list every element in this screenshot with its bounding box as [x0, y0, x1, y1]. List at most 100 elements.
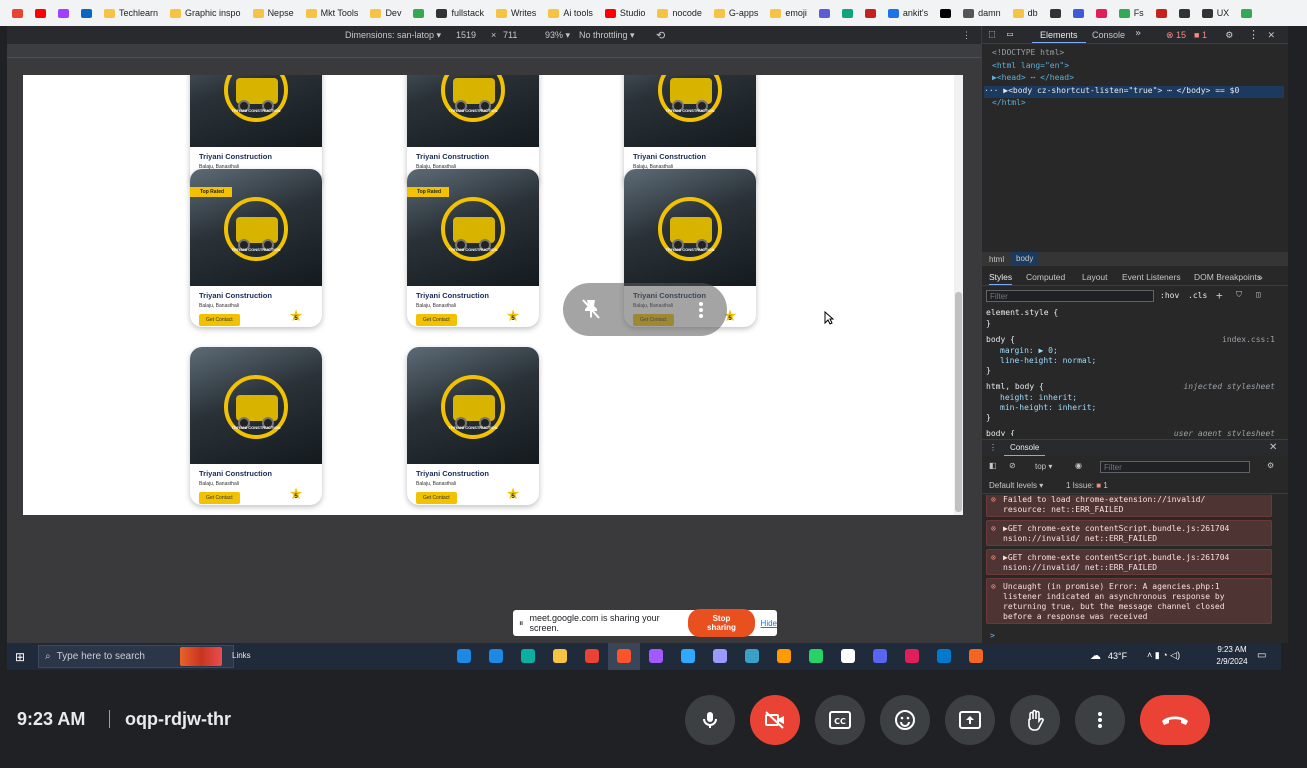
get-contact-button[interactable]: Get Contact [416, 492, 457, 504]
taskbar-app[interactable] [768, 643, 800, 670]
bookmark-16[interactable]: emoji [770, 8, 807, 18]
devtools-menu-icon[interactable]: ⋮ [1248, 28, 1259, 41]
bookmark-12[interactable]: Ai tools [548, 8, 593, 18]
more-vert-icon[interactable] [691, 300, 711, 320]
bookmark-25[interactable] [1072, 8, 1084, 18]
more-tabs-button[interactable]: » [1135, 28, 1141, 39]
weather-temp[interactable]: 43°F [1108, 651, 1127, 661]
bookmark-2[interactable] [58, 8, 69, 18]
bookmark-19[interactable] [864, 8, 876, 18]
unpin-icon[interactable] [579, 297, 603, 321]
taskbar-app[interactable] [736, 643, 768, 670]
bookmark-7[interactable]: Mkt Tools [305, 8, 358, 18]
leave-call-button[interactable] [1140, 695, 1210, 745]
console-error-message[interactable]: ⊗ Failed to load chrome-extension://inval… [986, 495, 1272, 517]
context-select[interactable]: top ▾ [1035, 462, 1052, 471]
taskbar-app[interactable] [960, 643, 992, 670]
styles-tab-2[interactable]: Layout [1082, 272, 1108, 282]
console-filter-input[interactable] [1100, 461, 1250, 473]
bookmark-9[interactable] [413, 8, 425, 18]
taskbar-date[interactable]: 2/9/2024 [1212, 657, 1252, 666]
bookmark-26[interactable] [1095, 8, 1107, 18]
rule-source-link[interactable]: injected stylesheet [1183, 382, 1275, 391]
tab-console[interactable]: Console [1092, 30, 1125, 40]
weather-icon[interactable]: ☁ [1090, 649, 1101, 662]
paint-icon[interactable]: ⛉ [1236, 290, 1242, 300]
close-drawer-icon[interactable]: ✕ [1269, 442, 1277, 453]
eye-icon[interactable]: ◉ [1075, 461, 1082, 470]
styles-tab-1[interactable]: Computed [1026, 272, 1065, 282]
taskbar-app[interactable] [512, 643, 544, 670]
console-sidebar-icon[interactable]: ◧ [989, 461, 997, 470]
get-contact-button[interactable]: Get Contact [199, 314, 240, 326]
bookmark-11[interactable]: Writes [495, 8, 536, 18]
bookmark-30[interactable]: UX [1201, 8, 1229, 18]
bookmark-1[interactable] [35, 8, 46, 18]
bookmark-31[interactable] [1241, 8, 1253, 18]
bookmark-22[interactable]: damn [963, 8, 1001, 18]
rotate-icon[interactable]: ⟲ [656, 29, 665, 42]
scrollbar-thumb[interactable] [955, 292, 962, 512]
bookmark-27[interactable]: Fs [1118, 8, 1144, 18]
dom-node[interactable]: ▶<head> ⋯ </head> [992, 73, 1289, 85]
breadcrumb-body[interactable]: body [1012, 252, 1038, 265]
tray-icons[interactable]: ˄ ▮ ◔ ◁) [1147, 650, 1180, 661]
console-settings-icon[interactable]: ⚙ [1267, 461, 1274, 470]
links-toolbar[interactable]: Links [232, 651, 251, 660]
inspect-icon[interactable]: ⬚ [989, 29, 995, 40]
bookmark-18[interactable] [841, 8, 853, 18]
bookmark-3[interactable] [81, 8, 92, 18]
listing-card[interactable]: TRIYANI CONSTRUCTION Top Rated Triyani Con… [407, 169, 539, 327]
console-prompt[interactable]: > [990, 631, 995, 640]
more-options-icon[interactable]: ⋮ [962, 30, 971, 41]
drawer-tab-console[interactable]: Console [1004, 440, 1046, 456]
warnings-count[interactable]: ■ 1 [1194, 30, 1207, 40]
bookmark-28[interactable] [1155, 8, 1167, 18]
settings-gear-icon[interactable]: ⚙ [1226, 28, 1233, 41]
taskbar-app[interactable] [832, 643, 864, 670]
taskbar-app[interactable] [704, 643, 736, 670]
bookmark-17[interactable] [818, 8, 830, 18]
rule-selector[interactable]: body { [986, 335, 1015, 344]
notification-icon[interactable]: ▭ [1257, 650, 1266, 661]
rule-source-link[interactable]: index.css:1 [1222, 335, 1275, 344]
css-property[interactable]: line-height: normal; [1000, 356, 1096, 365]
taskbar-app[interactable] [896, 643, 928, 670]
clear-console-icon[interactable]: ⊘ [1009, 461, 1016, 470]
styles-tab-3[interactable]: Event Listeners [1122, 272, 1181, 282]
device-toggle-icon[interactable]: ▭ [1007, 29, 1013, 40]
bookmark-20[interactable]: ankit's [887, 8, 928, 18]
styles-tab-0[interactable]: Styles [989, 272, 1013, 285]
levels-select[interactable]: Default levels ▾ [989, 481, 1043, 490]
css-property[interactable]: margin: ▶ 0; [1000, 346, 1058, 355]
taskbar-time[interactable]: 9:23 AM [1212, 645, 1252, 654]
css-property[interactable]: min-height: inherit; [1000, 403, 1096, 412]
listing-card[interactable]: TRIYANI CONSTRUCTION Top Rated Triyani Con… [190, 169, 322, 327]
zoom-select[interactable]: 93% ▾ [545, 30, 570, 41]
get-contact-button[interactable]: Get Contact [416, 314, 457, 326]
dom-node[interactable]: </html> [992, 98, 1289, 110]
styles-filter-input[interactable] [986, 290, 1154, 302]
height-input[interactable]: 711 [503, 30, 517, 40]
taskbar-app[interactable] [928, 643, 960, 670]
camera-off-button[interactable] [750, 695, 800, 745]
get-contact-button[interactable]: Get Contact [199, 492, 240, 504]
reactions-button[interactable] [880, 695, 930, 745]
rule-selector[interactable]: element.style { [986, 308, 1058, 317]
taskbar-app[interactable] [544, 643, 576, 670]
present-button[interactable] [945, 695, 995, 745]
new-rule-icon[interactable]: + [1216, 289, 1223, 302]
hov-toggle[interactable]: :hov [1160, 291, 1179, 300]
bookmark-15[interactable]: G-apps [713, 8, 758, 18]
taskbar-app[interactable] [864, 643, 896, 670]
stop-sharing-button[interactable]: Stop sharing [688, 609, 755, 637]
sidebar-toggle-icon[interactable]: ◫ [1256, 290, 1261, 299]
throttling-select[interactable]: No throttling ▾ [579, 30, 635, 41]
bookmark-29[interactable] [1178, 8, 1190, 18]
taskbar-app[interactable] [576, 643, 608, 670]
taskbar-app[interactable] [640, 643, 672, 670]
bookmark-14[interactable]: nocode [657, 8, 702, 18]
windows-start-icon[interactable]: ⊞ [15, 650, 25, 664]
bookmark-13[interactable]: Studio [604, 8, 645, 18]
taskbar-app[interactable] [608, 643, 640, 670]
